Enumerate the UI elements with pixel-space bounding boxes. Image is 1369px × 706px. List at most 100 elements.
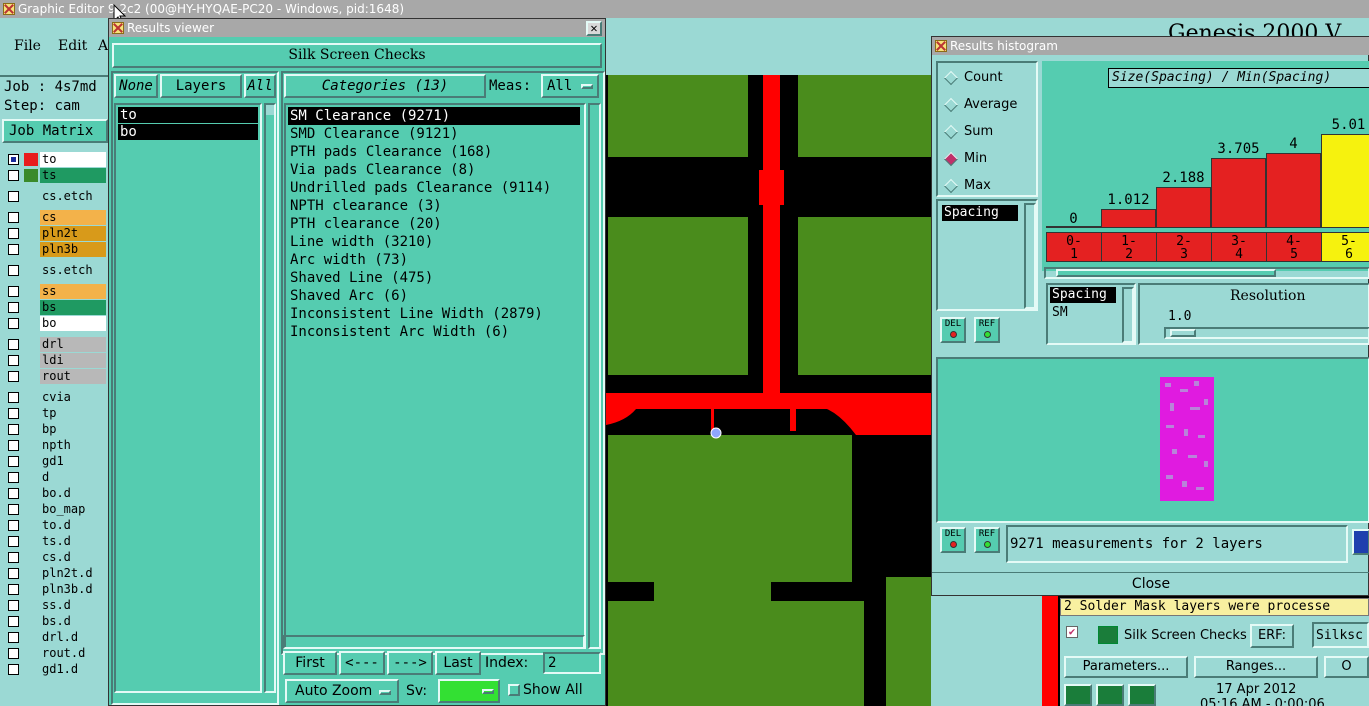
category-item[interactable]: PTH pads Clearance (168)	[288, 143, 580, 161]
mode-radio-average[interactable]: Average	[943, 94, 1017, 116]
layer-checkbox[interactable]	[8, 520, 19, 531]
layer-row-to.d[interactable]: to.d	[6, 518, 106, 533]
layer-row-bo[interactable]: bo	[6, 316, 106, 331]
last-button[interactable]: Last	[435, 651, 481, 675]
ranges-button[interactable]: Ranges...	[1194, 656, 1318, 678]
menu-file[interactable]: File	[14, 38, 41, 54]
layer-name[interactable]: pln2t	[40, 226, 106, 241]
layer-row-rout[interactable]: rout	[6, 369, 106, 384]
layer-row-d[interactable]: d	[6, 470, 106, 485]
auto-zoom-dropdown[interactable]: Auto Zoom	[285, 679, 399, 703]
layer-item-bo[interactable]: bo	[118, 124, 258, 140]
histogram-bin-label[interactable]: 0- 1	[1047, 233, 1102, 261]
layer-name[interactable]: ts.d	[40, 534, 106, 549]
categories-button[interactable]: Categories (13)	[284, 74, 486, 98]
layer-row-pln3b.d[interactable]: pln3b.d	[6, 582, 106, 597]
close-button[interactable]: Close	[932, 572, 1369, 594]
layer-name[interactable]: cs.etch	[40, 189, 106, 204]
histogram-bin-label[interactable]: 2- 3	[1157, 233, 1212, 261]
histogram-bin-label[interactable]: 1- 2	[1102, 233, 1157, 261]
layer-row-bo_map[interactable]: bo_map	[6, 502, 106, 517]
scroll-thumb[interactable]	[1056, 269, 1276, 277]
histogram-bin-label[interactable]: 3- 4	[1212, 233, 1267, 261]
layer-checkbox[interactable]	[8, 568, 19, 579]
layer-checkbox[interactable]	[8, 456, 19, 467]
layer-checkbox[interactable]	[8, 552, 19, 563]
category-item[interactable]: Arc width (73)	[288, 251, 580, 269]
mode-radio-max[interactable]: Max	[943, 175, 991, 197]
show-all-checkbox[interactable]	[508, 684, 520, 696]
layer-name[interactable]: rout	[40, 369, 106, 384]
layer-row-pln2t[interactable]: pln2t	[6, 226, 106, 241]
ref-button[interactable]: REF	[974, 317, 1000, 343]
run-all-icon[interactable]	[1128, 684, 1156, 706]
layer-checkbox[interactable]	[8, 504, 19, 515]
size-item-sm[interactable]: SM	[1052, 305, 1068, 320]
histogram-hscrollbar[interactable]	[1044, 267, 1369, 279]
categories-hscrollbar[interactable]	[283, 635, 585, 649]
layer-name[interactable]: rout.d	[40, 646, 106, 661]
layer-row-bo.d[interactable]: bo.d	[6, 486, 106, 501]
layers-button[interactable]: Layers	[160, 74, 242, 98]
layer-color-swatch[interactable]	[24, 153, 38, 166]
layer-row-cs[interactable]: cs	[6, 210, 106, 225]
category-item[interactable]: PTH clearance (20)	[288, 215, 580, 233]
layer-name[interactable]: drl.d	[40, 630, 106, 645]
layer-row-bs.d[interactable]: bs.d	[6, 614, 106, 629]
layer-row-bp[interactable]: bp	[6, 422, 106, 437]
layer-checkbox[interactable]	[8, 191, 19, 202]
layer-checkbox[interactable]	[8, 648, 19, 659]
layer-checkbox[interactable]	[8, 170, 19, 181]
layer-name[interactable]: ts	[40, 168, 106, 183]
close-icon[interactable]: ✕	[586, 21, 602, 36]
prev-button[interactable]: <---	[339, 651, 385, 675]
size-scrollbar[interactable]	[1122, 287, 1134, 343]
layer-row-ss.d[interactable]: ss.d	[6, 598, 106, 613]
meas-dropdown[interactable]: All	[541, 74, 599, 98]
del-button-2[interactable]: DEL	[940, 527, 966, 553]
layer-name[interactable]: cs.d	[40, 550, 106, 565]
layer-name[interactable]: d	[40, 470, 106, 485]
layer-name[interactable]: tp	[40, 406, 106, 421]
layer-name[interactable]: drl	[40, 337, 106, 352]
first-button[interactable]: First	[283, 651, 337, 675]
check-enabled-checkbox[interactable]: ✔	[1066, 626, 1078, 638]
layer-row-gd1.d[interactable]: gd1.d	[6, 662, 106, 677]
layer-row-drl.d[interactable]: drl.d	[6, 630, 106, 645]
category-item[interactable]: SMD Clearance (9121)	[288, 125, 580, 143]
histogram-bar[interactable]	[1321, 134, 1369, 228]
scroll-up-arrow-icon[interactable]	[266, 105, 274, 115]
measure-item-spacing[interactable]: Spacing	[942, 205, 1018, 221]
layer-row-pln2t.d[interactable]: pln2t.d	[6, 566, 106, 581]
layer-checkbox[interactable]	[8, 664, 19, 675]
mode-radio-sum[interactable]: Sum	[943, 121, 993, 143]
layer-name[interactable]: pln3b.d	[40, 582, 106, 597]
categories-scrollbar[interactable]	[588, 103, 601, 649]
layer-checkbox[interactable]	[8, 424, 19, 435]
measure-scrollbar[interactable]	[1024, 203, 1036, 309]
layer-name[interactable]: bo_map	[40, 502, 106, 517]
layer-name[interactable]: bo	[40, 316, 106, 331]
layer-row-to[interactable]: to	[6, 152, 106, 167]
index-input[interactable]	[543, 652, 601, 674]
layer-checkbox[interactable]	[8, 212, 19, 223]
layer-checkbox[interactable]	[8, 371, 19, 382]
menu-a[interactable]: A	[98, 38, 108, 54]
layer-checkbox[interactable]	[8, 339, 19, 350]
layer-name[interactable]: gd1	[40, 454, 106, 469]
report-icon[interactable]	[1352, 529, 1369, 555]
histogram-bin-label[interactable]: 4- 5	[1267, 233, 1322, 261]
layer-checkbox[interactable]	[8, 286, 19, 297]
layer-row-npth[interactable]: npth	[6, 438, 106, 453]
pcb-canvas[interactable]	[606, 75, 931, 706]
layer-checkbox[interactable]	[8, 600, 19, 611]
resolution-slider[interactable]	[1164, 327, 1369, 339]
mode-radio-min[interactable]: Min	[943, 148, 987, 170]
category-item[interactable]: Inconsistent Arc Width (6)	[288, 323, 580, 341]
slider-thumb[interactable]	[1170, 329, 1196, 337]
run-icon[interactable]	[1064, 684, 1092, 706]
layer-row-drl[interactable]: drl	[6, 337, 106, 352]
layer-name[interactable]: bs	[40, 300, 106, 315]
layer-row-gd1[interactable]: gd1	[6, 454, 106, 469]
none-button[interactable]: None	[114, 74, 158, 98]
